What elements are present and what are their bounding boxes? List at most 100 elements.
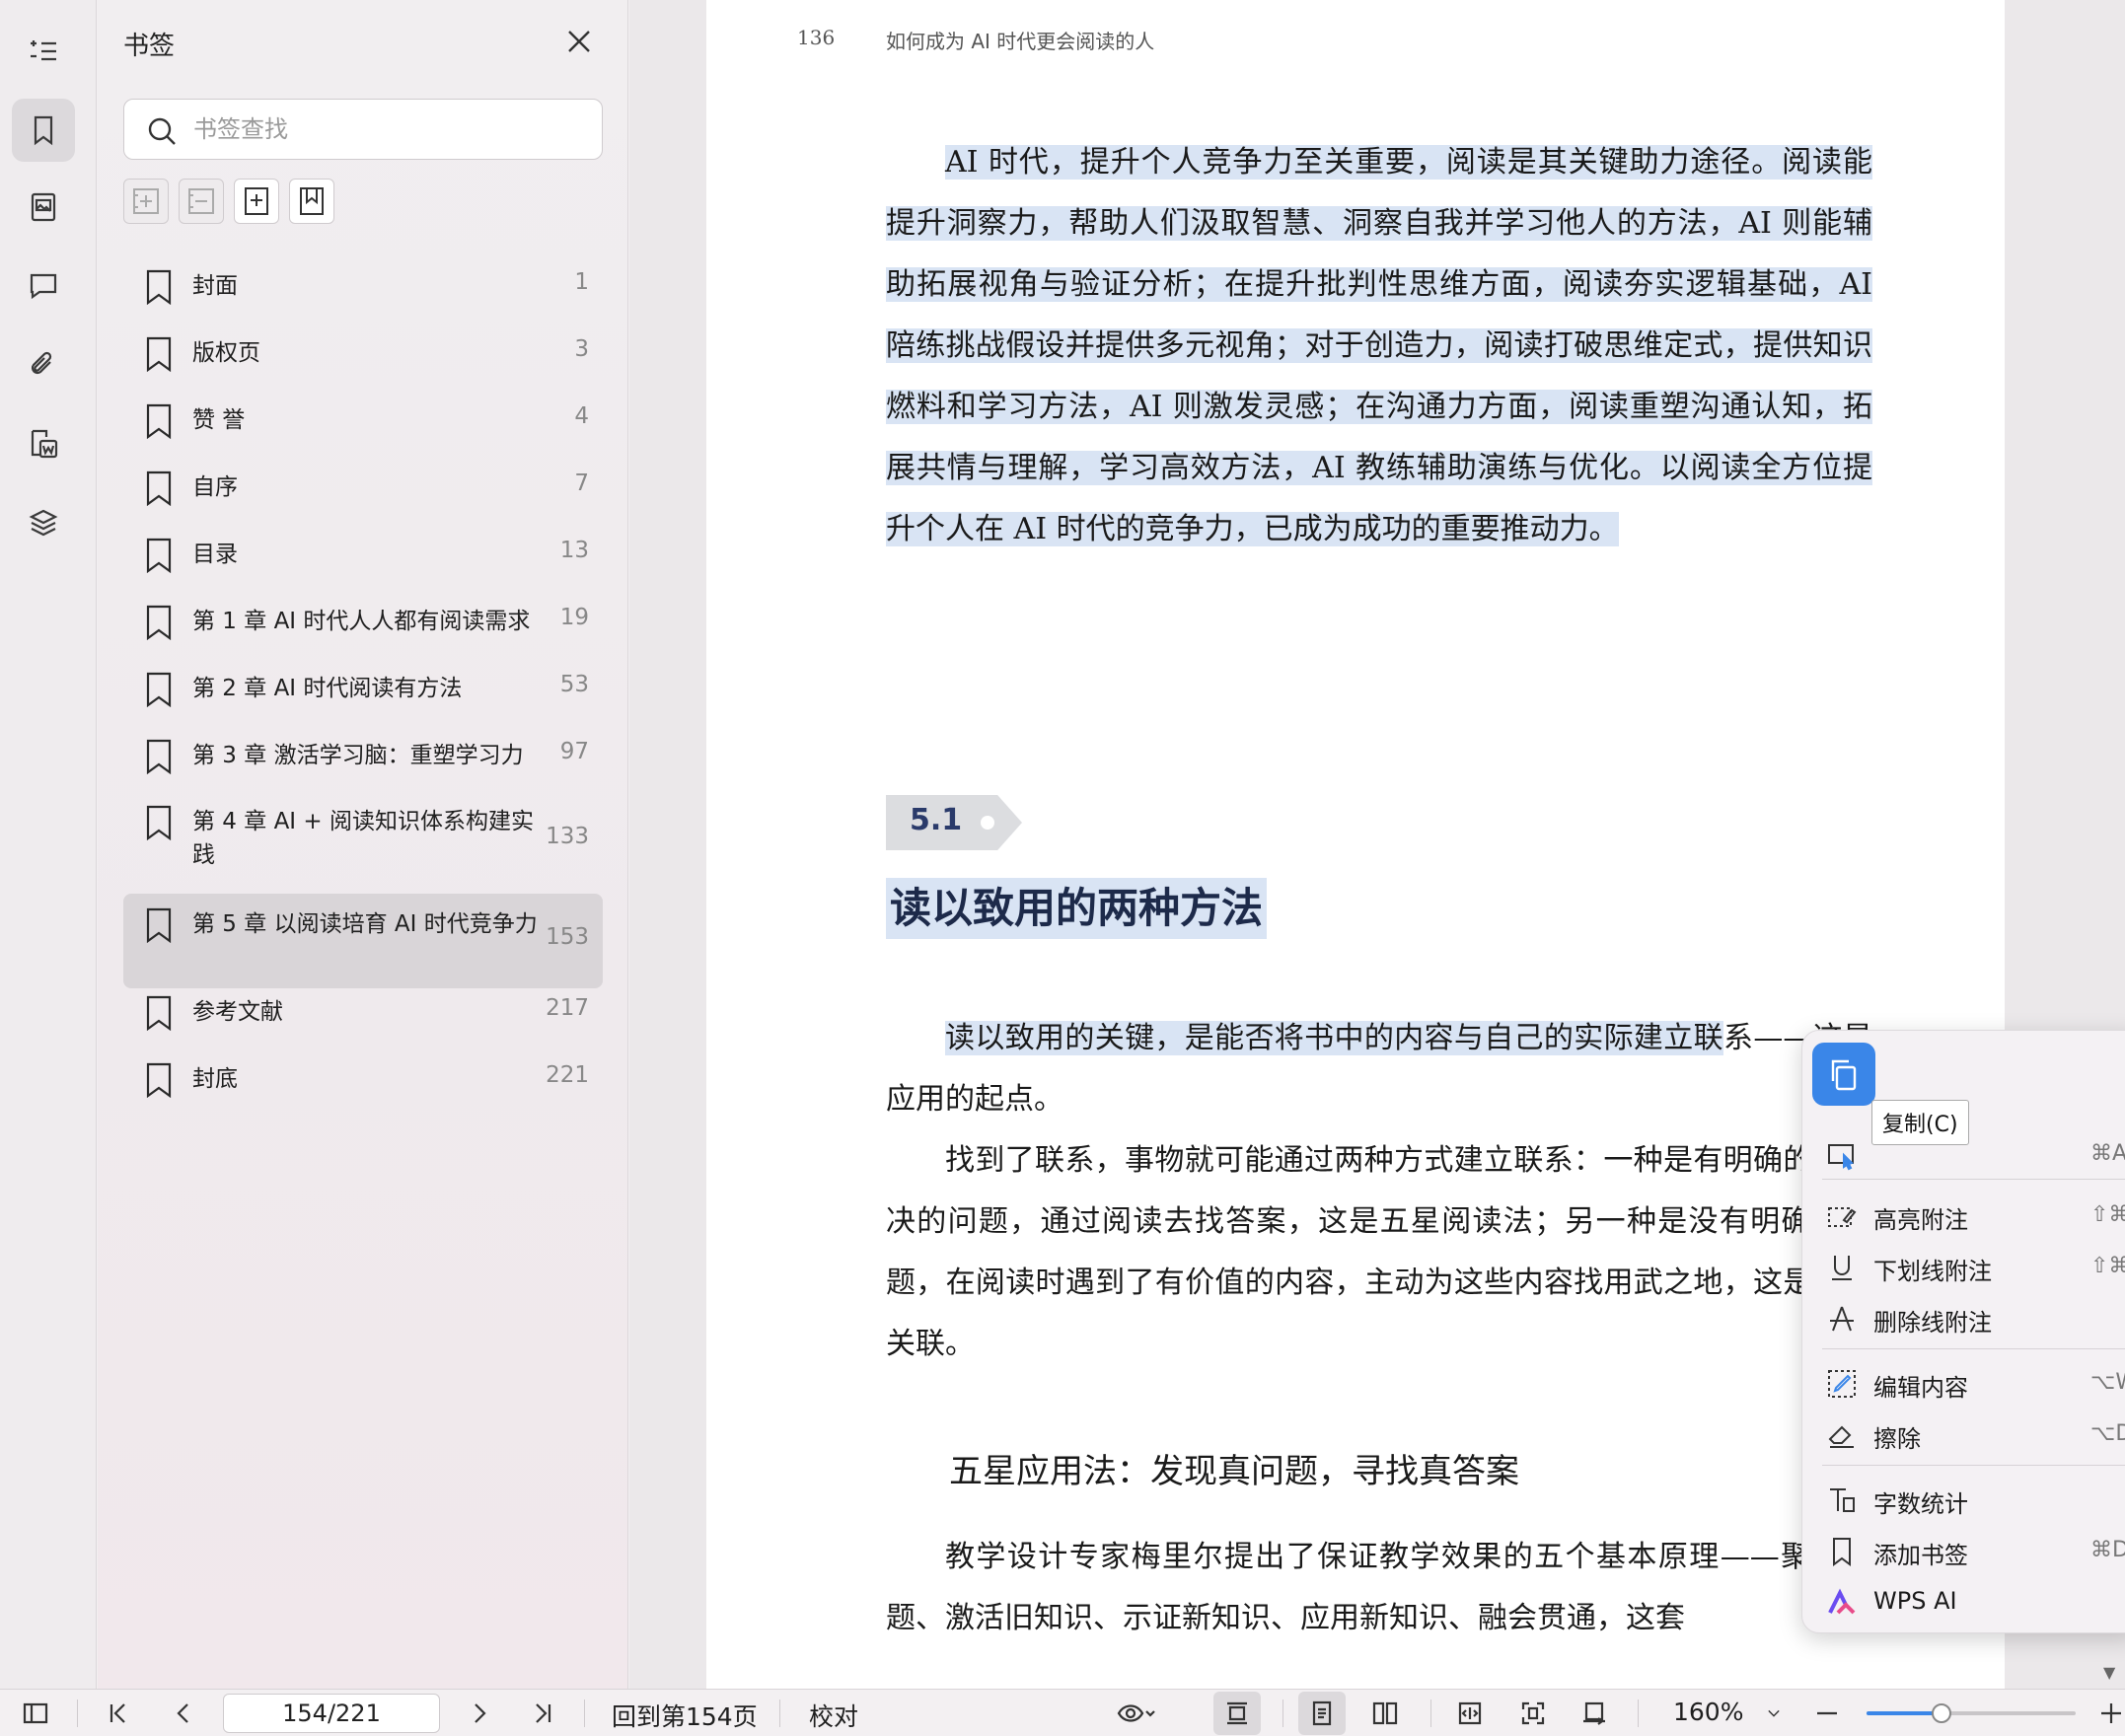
expand-all-icon <box>133 188 159 214</box>
menu-word-count[interactable]: 字数统计 <box>1802 1475 2125 1524</box>
rotate-icon <box>1583 1701 1605 1725</box>
zoom-out-button[interactable] <box>1811 1698 1843 1729</box>
bookmark-item[interactable]: 第 3 章 激活学习脑：重塑学习力 97 <box>123 734 603 777</box>
next-page-button[interactable] <box>464 1698 495 1729</box>
scroll-down-arrow-icon[interactable]: ▼ <box>2103 1663 2115 1682</box>
menu-separator <box>1822 1465 2125 1466</box>
continuous-page-button[interactable] <box>1221 1698 1253 1729</box>
menu-wps-ai[interactable]: WPS AI <box>1802 1577 2125 1627</box>
outline-icon[interactable] <box>12 20 75 83</box>
fit-width-button[interactable] <box>1454 1698 1486 1729</box>
tag-dot <box>981 816 994 830</box>
bookmark-page: 4 <box>574 403 589 429</box>
last-page-button[interactable] <box>527 1698 558 1729</box>
selected-text[interactable]: 读以致用的关键，是能否将书中的内容与自己的实际建立联 <box>945 1021 1723 1055</box>
two-page-button[interactable] <box>1369 1698 1401 1729</box>
thumbnail-icon[interactable] <box>12 176 75 239</box>
layers-icon[interactable] <box>12 491 75 554</box>
zoom-dropdown-button[interactable] <box>1758 1698 1790 1729</box>
section-number: 5.1 <box>910 803 963 837</box>
divider <box>77 1700 78 1727</box>
copy-button[interactable] <box>1812 1043 1875 1106</box>
menu-underline-annotation[interactable]: 下划线附注 ⇧⌘U <box>1802 1242 2125 1291</box>
proofread-button[interactable]: 校对 <box>809 1698 858 1733</box>
bookmark-label: 赞 誉 <box>192 407 246 433</box>
first-page-button[interactable] <box>103 1698 134 1729</box>
fit-page-button[interactable] <box>1517 1698 1549 1729</box>
signature-icon[interactable] <box>12 412 75 475</box>
bookmark-search-box <box>123 99 603 160</box>
view-mode-button[interactable] <box>1109 1698 1164 1729</box>
add-bookmark-button[interactable] <box>234 179 279 224</box>
page-number-input[interactable] <box>223 1694 440 1733</box>
bookmark-item[interactable]: 参考文献 217 <box>123 990 603 1034</box>
bookmark-page: 133 <box>546 824 589 849</box>
bookmark-icon <box>1833 1538 1851 1566</box>
bookmark-search-input[interactable] <box>193 109 588 149</box>
bookmark-page: 13 <box>559 538 589 563</box>
paragraph-3[interactable]: 找到了联系，事物就可能通过两种方式建立联系：一种是有明确的待解决的问题，通过阅读… <box>886 1130 1872 1375</box>
prev-page-button[interactable] <box>168 1698 199 1729</box>
bookmark-item[interactable]: 第 1 章 AI 时代人人都有阅读需求 19 <box>123 600 603 643</box>
bookmark-item[interactable]: 第 4 章 AI + 阅读知识体系构建实践 133 <box>123 801 603 880</box>
menu-highlight-annotation[interactable]: 高亮附注 ⇧⌘H <box>1802 1191 2125 1240</box>
bookmark-item[interactable]: 第 5 章 以阅读培育 AI 时代竞争力 153 <box>123 894 603 988</box>
paragraph-1[interactable]: AI 时代，提升个人竞争力至关重要，阅读是其关键助力途径。阅读能提升洞察力，帮助… <box>886 132 1872 560</box>
copy-tooltip: 复制(C) <box>1871 1100 1969 1145</box>
rotate-page-button[interactable] <box>1578 1698 1610 1729</box>
paragraph-4[interactable]: 教学设计专家梅里尔提出了保证教学效果的五个基本原理——聚焦问题、激活旧知识、示证… <box>886 1527 1872 1649</box>
close-panel-button[interactable] <box>561 24 597 59</box>
bookmark-item[interactable]: 封面 1 <box>123 264 603 308</box>
page-number: 136 <box>797 26 836 49</box>
copy-icon <box>1831 1059 1857 1091</box>
subsection-title[interactable]: 五星应用法：发现真问题，寻找真答案 <box>949 1442 1519 1501</box>
attachment-icon[interactable] <box>12 333 75 397</box>
eraser-icon <box>1828 1425 1854 1448</box>
comment-icon[interactable] <box>12 254 75 318</box>
bookmark-page: 7 <box>574 470 589 496</box>
bookmark-page: 153 <box>546 924 589 950</box>
expand-all-button[interactable] <box>123 179 169 224</box>
bookmark-toggle-button[interactable] <box>289 179 334 224</box>
selected-text[interactable]: AI 时代，提升个人竞争力至关重要，阅读是其关键助力途径。阅读能提升洞察力，帮助… <box>886 145 1872 546</box>
paragraph-2[interactable]: 读以致用的关键，是能否将书中的内容与自己的实际建立联系——这是应用的起点。 <box>886 1008 1872 1130</box>
zoom-slider[interactable] <box>1867 1703 2076 1723</box>
bookmark-label: 第 5 章 以阅读培育 AI 时代竞争力 <box>192 911 538 937</box>
divider <box>1282 1700 1283 1727</box>
zoom-slider-thumb[interactable] <box>1932 1703 1952 1723</box>
bookmark-item[interactable]: 赞 誉 4 <box>123 398 603 442</box>
menu-erase[interactable]: 擦除 ⌥D <box>1802 1410 2125 1459</box>
strikethrough-icon <box>1830 1306 1854 1332</box>
bookmark-panel-icon[interactable] <box>12 99 75 162</box>
toggle-sidebar-button[interactable] <box>20 1698 51 1729</box>
zoom-in-button[interactable] <box>2095 1698 2125 1729</box>
collapse-all-button[interactable] <box>179 179 224 224</box>
bookmark-page: 217 <box>546 995 589 1021</box>
goto-page-button[interactable]: 回到第154页 <box>612 1698 758 1733</box>
bookmark-label: 版权页 <box>192 340 260 366</box>
bookmark-icon <box>146 995 172 1031</box>
section-title[interactable]: 读以致用的两种方法 <box>886 878 1268 939</box>
bookmark-icon <box>146 269 172 305</box>
bookmark-item[interactable]: 第 2 章 AI 时代阅读有方法 53 <box>123 667 603 710</box>
two-page-icon <box>1372 1701 1398 1725</box>
first-page-icon <box>110 1703 125 1723</box>
bookmark-page: 19 <box>559 605 589 630</box>
bookmark-label: 目录 <box>192 542 238 567</box>
bookmark-label: 第 3 章 激活学习脑：重塑学习力 <box>192 743 524 768</box>
bookmark-icon <box>146 907 172 943</box>
divider <box>584 1700 585 1727</box>
menu-strikethrough-annotation[interactable]: 删除线附注 <box>1802 1293 2125 1342</box>
bookmark-outline-icon <box>300 187 324 215</box>
bookmark-label: 封底 <box>192 1066 238 1092</box>
menu-edit-content[interactable]: 编辑内容 ⌥W <box>1802 1358 2125 1408</box>
zoom-level[interactable]: 160% <box>1673 1698 1743 1726</box>
status-bar: 回到第154页 校对 160% <box>0 1689 2125 1736</box>
bookmark-item[interactable]: 自序 7 <box>123 466 603 509</box>
bookmark-label: 第 1 章 AI 时代人人都有阅读需求 <box>192 609 531 634</box>
bookmark-item[interactable]: 目录 13 <box>123 533 603 576</box>
bookmark-item[interactable]: 封底 221 <box>123 1057 603 1101</box>
bookmark-item[interactable]: 版权页 3 <box>123 331 603 375</box>
single-page-button[interactable] <box>1306 1698 1338 1729</box>
menu-add-bookmark[interactable]: 添加书签 ⌘D <box>1802 1526 2125 1575</box>
